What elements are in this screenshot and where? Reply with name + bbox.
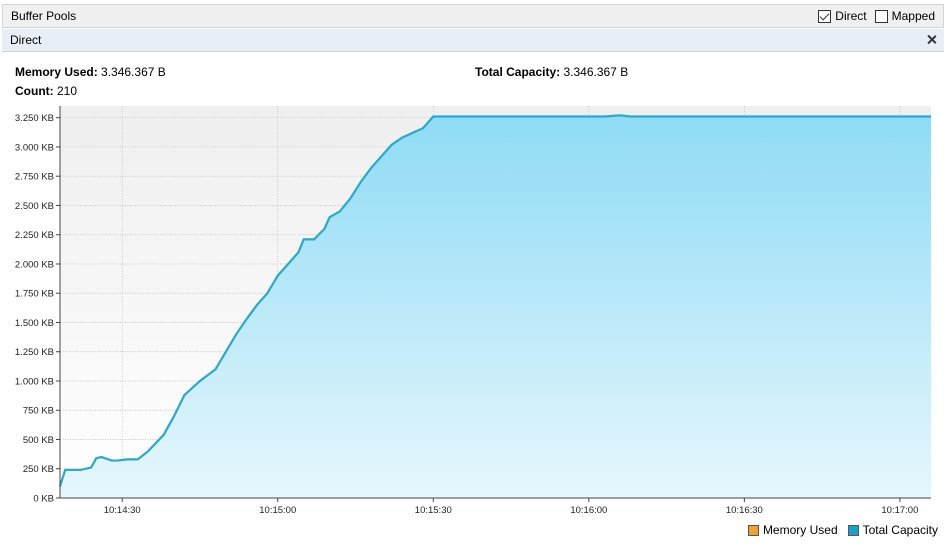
mapped-checkbox[interactable]: Mapped	[874, 9, 935, 23]
y-tick-label: 2.000 KB	[15, 259, 54, 270]
chart-legend: Memory Used Total Capacity	[738, 523, 938, 537]
mapped-checkbox-label: Mapped	[891, 9, 935, 23]
legend-swatch-total-capacity	[847, 524, 859, 536]
y-tick-label: 3.250 KB	[15, 113, 54, 124]
legend-label-total-capacity: Total Capacity	[862, 523, 938, 537]
y-tick-label: 2.750 KB	[15, 172, 54, 183]
tab-direct-label: Direct	[10, 33, 42, 47]
y-tick-label: 2.500 KB	[15, 201, 54, 212]
count-stat: Count: 210	[15, 84, 77, 98]
legend-swatch-memory-used	[747, 524, 759, 536]
count-label: Count:	[15, 84, 54, 98]
y-tick-label: 500 KB	[23, 435, 54, 446]
memory-used-label: Memory Used:	[15, 65, 98, 79]
y-tick-label: 1.250 KB	[15, 347, 54, 358]
legend-item-total-capacity: Total Capacity	[847, 523, 938, 537]
y-tick-label: 250 KB	[23, 464, 54, 475]
close-icon[interactable]	[924, 32, 940, 48]
y-tick-label: 3.000 KB	[15, 142, 54, 153]
panel-title: Buffer Pools	[11, 9, 77, 23]
x-tick-label: 10:16:30	[726, 505, 763, 516]
total-capacity-stat: Total Capacity: 3.346.367 B	[475, 65, 628, 79]
direct-checkbox[interactable]: Direct	[818, 9, 867, 23]
y-tick-label: 750 KB	[23, 406, 54, 417]
memory-used-stat: Memory Used: 3.346.367 B	[15, 65, 166, 79]
x-tick-label: 10:16:00	[570, 505, 607, 516]
buffer-pool-chart: 0 KB 250 KB 500 KB 750 KB 1.000 KB 1.250 KB 1.…	[15, 106, 931, 516]
x-tick-label: 10:14:30	[104, 505, 141, 516]
x-tick-label: 10:15:00	[259, 505, 296, 516]
buffer-pools-header: Buffer Pools Direct Mapped	[2, 4, 944, 28]
x-tick-label: 10:15:30	[415, 505, 452, 516]
legend-label-memory-used: Memory Used	[762, 523, 838, 537]
mapped-checkbox-box[interactable]	[874, 9, 888, 23]
y-tick-label: 1.500 KB	[15, 318, 54, 329]
legend-item-memory-used: Memory Used	[747, 523, 838, 537]
direct-checkbox-label: Direct	[835, 9, 867, 23]
y-tick-label: 1.000 KB	[15, 376, 54, 387]
y-tick-label: 1.750 KB	[15, 289, 54, 300]
y-tick-label: 0 KB	[33, 494, 54, 505]
total-capacity-value: 3.346.367 B	[563, 65, 629, 79]
memory-used-value: 3.346.367 B	[101, 65, 166, 79]
count-value: 210	[57, 84, 78, 98]
y-tick-label: 2.250 KB	[15, 230, 54, 241]
total-capacity-label: Total Capacity:	[475, 65, 561, 79]
direct-tab: Direct	[2, 29, 944, 52]
direct-checkbox-box[interactable]	[818, 9, 832, 23]
x-tick-label: 10:17:00	[881, 505, 918, 516]
